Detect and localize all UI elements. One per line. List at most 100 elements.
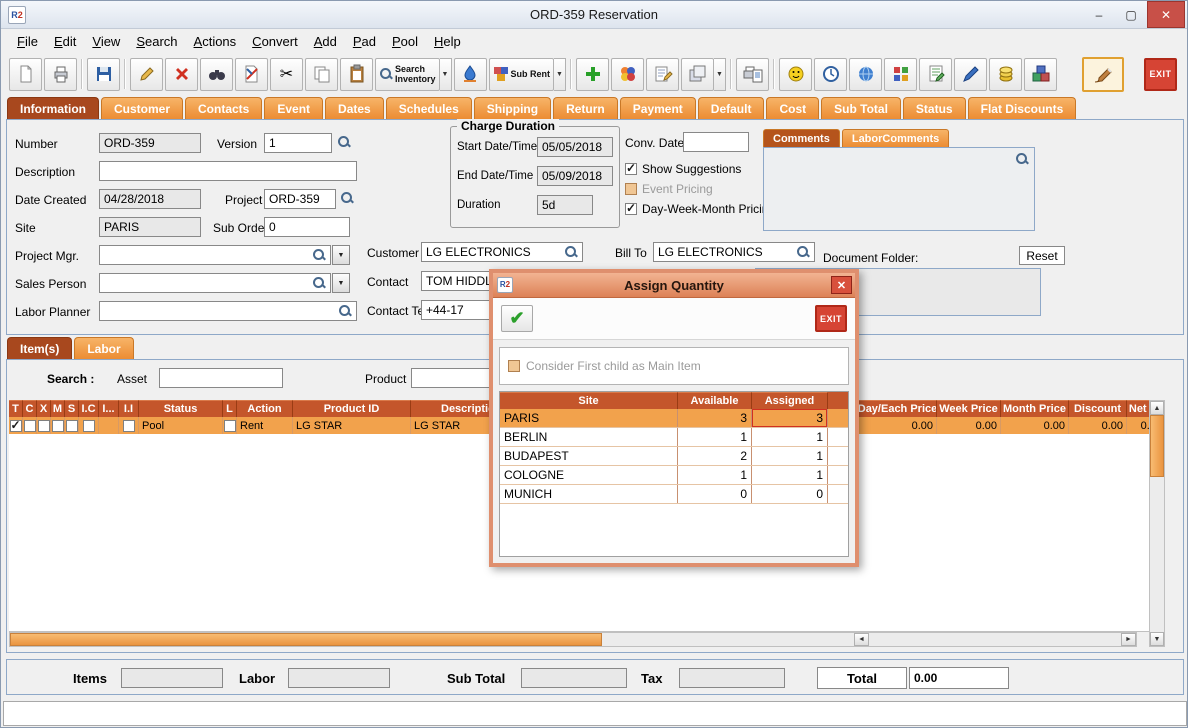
tab-return[interactable]: Return [553, 97, 618, 119]
tab-default[interactable]: Default [698, 97, 765, 119]
site-field[interactable]: PARIS [99, 217, 201, 237]
day-week-month-checkbox[interactable] [625, 203, 637, 215]
menu-file[interactable]: File [9, 31, 46, 52]
menu-pad[interactable]: Pad [345, 31, 384, 52]
scroll-down-button[interactable]: ▼ [1150, 632, 1164, 646]
description-field[interactable] [99, 161, 357, 181]
col-ii[interactable]: I.I [119, 400, 139, 417]
col-t[interactable]: T [9, 400, 23, 417]
item-c-checkbox[interactable] [24, 420, 36, 432]
col-month-price[interactable]: Month Price [1001, 400, 1069, 417]
print-button[interactable] [44, 58, 77, 91]
labor-planner-field[interactable] [99, 301, 357, 321]
tab-shipping[interactable]: Shipping [474, 97, 551, 119]
event-pricing-checkbox[interactable] [625, 183, 637, 195]
ink-drop-button[interactable] [454, 58, 487, 91]
tab-labor[interactable]: Labor [74, 337, 133, 359]
col-ic[interactable]: I.C [79, 400, 99, 417]
tab-comments[interactable]: Comments [763, 129, 840, 147]
menu-convert[interactable]: Convert [244, 31, 306, 52]
clock-button[interactable] [814, 58, 847, 91]
notepad-edit-button[interactable] [919, 58, 952, 91]
item-ic-checkbox[interactable] [83, 420, 95, 432]
assigned-cell[interactable]: 1 [752, 447, 828, 465]
edit-note-button[interactable] [646, 58, 679, 91]
stack-button[interactable] [681, 58, 714, 91]
dialog-row-cologne[interactable]: COLOGNE 1 1 [500, 466, 848, 485]
date-created-field[interactable]: 04/28/2018 [99, 189, 201, 209]
menu-search[interactable]: Search [128, 31, 185, 52]
show-suggestions-checkbox[interactable] [625, 163, 637, 175]
item-ii-checkbox[interactable] [123, 420, 135, 432]
item-s-checkbox[interactable] [66, 420, 78, 432]
reset-button[interactable]: Reset [1019, 246, 1065, 265]
col-action[interactable]: Action [237, 400, 293, 417]
bill-to-field[interactable]: LG ELECTRONICS [653, 242, 815, 262]
dialog-ok-button[interactable]: ✔ [501, 305, 533, 332]
consider-first-child-checkbox[interactable] [508, 360, 520, 372]
cubes-button[interactable] [884, 58, 917, 91]
dialog-row-munich[interactable]: MUNICH 0 0 [500, 485, 848, 504]
print-list-button[interactable] [736, 58, 769, 91]
col-day-each-price[interactable]: Day/Each Price [859, 400, 937, 417]
project-mgr-search-icon[interactable] [312, 248, 326, 262]
assigned-cell[interactable]: 1 [752, 466, 828, 484]
dialog-col-site[interactable]: Site [500, 392, 678, 409]
sales-person-search-icon[interactable] [312, 276, 326, 290]
dialog-row-paris[interactable]: PARIS 3 3 [500, 409, 848, 428]
comments-box[interactable] [763, 147, 1035, 231]
project-field[interactable]: ORD-359 [264, 189, 336, 209]
labor-planner-search-icon[interactable] [338, 304, 352, 318]
tab-event[interactable]: Event [264, 97, 323, 119]
totals-labor-field[interactable] [288, 668, 390, 688]
col-m[interactable]: M [51, 400, 65, 417]
tab-cost[interactable]: Cost [766, 97, 819, 119]
tab-customer[interactable]: Customer [101, 97, 183, 119]
menu-edit[interactable]: Edit [46, 31, 84, 52]
totals-items-field[interactable] [121, 668, 223, 688]
save-button[interactable] [87, 58, 120, 91]
tab-sub-total[interactable]: Sub Total [821, 97, 901, 119]
customer-field[interactable]: LG ELECTRONICS [421, 242, 583, 262]
copy-button[interactable] [305, 58, 338, 91]
sub-orders-field[interactable]: 0 [264, 217, 350, 237]
dialog-col-available[interactable]: Available [678, 392, 752, 409]
customer-search-icon[interactable] [564, 245, 578, 259]
item-m-checkbox[interactable] [52, 420, 64, 432]
edit-pencil-button[interactable] [130, 58, 163, 91]
vertical-scroll-thumb[interactable] [1150, 415, 1164, 477]
menu-view[interactable]: View [84, 31, 128, 52]
tab-labor-comments[interactable]: LaborComments [842, 129, 949, 147]
project-mgr-dropdown[interactable]: ▼ [332, 245, 350, 265]
maximize-button[interactable]: ▢ [1115, 1, 1147, 28]
new-document-button[interactable] [9, 58, 42, 91]
dialog-row-budapest[interactable]: BUDAPEST 2 1 [500, 447, 848, 466]
tab-schedules[interactable]: Schedules [386, 97, 472, 119]
search-inventory-button[interactable]: SearchInventory [375, 58, 440, 91]
sub-rent-dropdown[interactable]: ▼ [554, 58, 566, 91]
key-pen-button[interactable] [954, 58, 987, 91]
version-field[interactable]: 1 [264, 133, 332, 153]
number-field[interactable]: ORD-359 [99, 133, 201, 153]
dialog-exit-button[interactable]: EXIT [815, 305, 847, 332]
conv-date-field[interactable] [683, 132, 749, 152]
sub-rent-button[interactable]: Sub Rent [489, 58, 555, 91]
col-s[interactable]: S [65, 400, 79, 417]
sales-person-dropdown[interactable]: ▼ [332, 273, 350, 293]
horizontal-scrollbar[interactable]: ◄ ► [9, 632, 1137, 647]
menu-actions[interactable]: Actions [186, 31, 245, 52]
menu-add[interactable]: Add [306, 31, 345, 52]
dialog-col-assigned[interactable]: Assigned [752, 392, 828, 409]
money-button[interactable] [989, 58, 1022, 91]
find-binoculars-button[interactable] [200, 58, 233, 91]
totals-tax-field[interactable] [679, 668, 785, 688]
col-status[interactable]: Status [139, 400, 223, 417]
search-inventory-dropdown[interactable]: ▼ [440, 58, 452, 91]
total-value-field[interactable]: 0.00 [909, 667, 1009, 689]
col-discount[interactable]: Discount [1069, 400, 1127, 417]
exit-button[interactable]: EXIT [1144, 58, 1177, 91]
minimize-button[interactable]: – [1083, 1, 1115, 28]
packages-button[interactable] [1024, 58, 1057, 91]
end-date-field[interactable]: 05/09/2018 [537, 166, 613, 186]
menu-pool[interactable]: Pool [384, 31, 426, 52]
